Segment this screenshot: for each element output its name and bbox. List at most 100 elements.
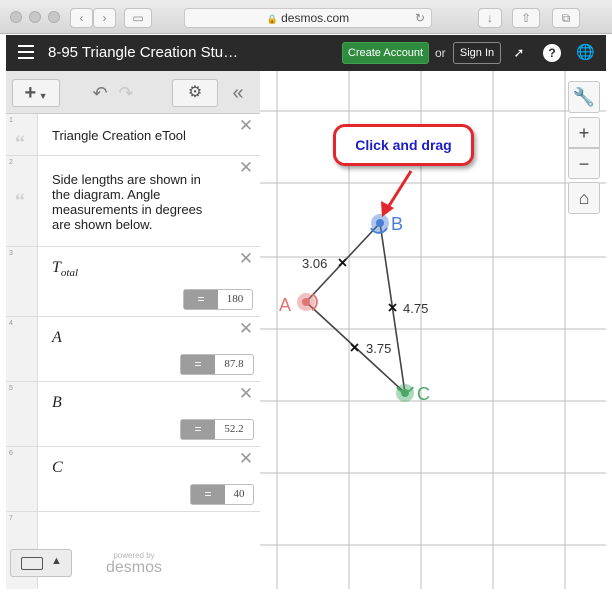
side-length-bc: 4.75 [403,301,428,316]
add-item-button[interactable]: + ▼ [12,79,60,107]
globe-icon[interactable]: 🌐 [576,44,595,62]
instruction-callout: Click and drag [333,124,474,166]
undo-button[interactable]: ↶ [88,79,112,107]
reload-icon[interactable]: ↻ [415,9,425,27]
expression-subscript: otal [60,267,79,280]
create-account-button[interactable]: Create Account [342,42,429,64]
zoom-out-button[interactable]: − [568,148,600,179]
caret-down-icon: ▼ [36,91,48,101]
side-length-ab: 3.06 [302,256,327,271]
plus-icon: + [24,82,37,104]
redo-button[interactable]: ↷ [114,79,138,107]
note-quote-icon: “ [15,132,25,154]
delete-expression-icon[interactable]: ✕ [238,385,254,402]
desmos-logo: desmos [105,559,163,576]
keyboard-toggle-button[interactable]: ▲ [10,549,72,577]
graph-settings-button[interactable]: 🔧 [568,81,600,113]
expression-row-2[interactable]: 2 “ Side lengths are shown in the diagra… [6,156,260,247]
evaluation-value: 87.8 [224,358,244,370]
point-a[interactable] [302,298,310,306]
evaluation-value: 40 [233,488,245,500]
zoom-window-button[interactable] [48,11,60,23]
downloads-button[interactable]: ↓ [478,8,502,28]
zoom-in-button[interactable]: + [568,117,600,148]
expression-math[interactable]: Total [52,259,78,279]
expression-row-7[interactable]: 7 [6,512,260,541]
default-viewport-button[interactable]: ⌂ [568,182,600,214]
expression-panel: + ▼ ↶ ↷ ⚙ « 1 “ Triangle Creation eTool … [6,71,260,589]
settings-button[interactable]: ⚙ [172,79,218,107]
expression-math[interactable]: C [52,459,63,477]
point-b[interactable] [376,219,384,227]
expression-gutter: 6 [6,447,38,511]
home-icon: ⌂ [578,188,590,208]
expression-gutter: 1 “ [6,114,38,155]
evaluation-equals: = [181,420,215,439]
close-window-button[interactable] [10,11,22,23]
evaluation-equals: = [191,485,225,504]
address-bar[interactable]: 🔒 desmos.com ↻ [184,8,432,28]
sign-in-button[interactable]: Sign In [453,42,501,64]
keyboard-icon [21,557,43,570]
callout-arrow [385,170,413,210]
expression-number: 5 [9,385,13,392]
tabs-button[interactable]: ⧉ [552,8,580,28]
hamburger-menu-icon[interactable] [18,45,34,59]
delete-expression-icon[interactable]: ✕ [238,117,254,134]
delete-expression-icon[interactable]: ✕ [238,159,254,176]
midpoint-marker-ab [338,258,347,267]
delete-expression-icon[interactable]: ✕ [238,450,254,467]
expression-number: 2 [9,159,13,166]
chevron-left-icon: ‹ [79,11,84,25]
expression-number: 4 [9,320,13,327]
expression-math[interactable]: A [52,329,62,347]
forward-button[interactable]: › [93,8,116,28]
note-text[interactable]: Triangle Creation eTool [52,128,186,143]
wrench-icon: 🔧 [572,87,596,107]
evaluation-value: 180 [226,293,244,305]
panel-footer: ▲ powered by desmos [6,541,260,589]
delete-expression-icon[interactable]: ✕ [238,250,254,267]
share-icon: ⇧ [520,11,532,25]
share-button[interactable]: ⇧ [512,8,540,28]
expression-toolbar: + ▼ ↶ ↷ ⚙ « [6,71,260,114]
expression-row-3[interactable]: 3 Total ✕ = 180 [6,247,260,317]
evaluation-box: = 180 [183,289,253,310]
minimize-window-button[interactable] [29,11,41,23]
back-button[interactable]: ‹ [70,8,93,28]
double-chevron-left-icon: « [232,82,244,104]
side-length-ac: 3.75 [366,341,391,356]
expression-row-4[interactable]: 4 A ✕ = 87.8 [6,317,260,382]
expression-number: 3 [9,250,13,257]
expression-symbol: T [52,259,61,276]
expression-row-5[interactable]: 5 B ✕ = 52.2 [6,382,260,447]
expression-gutter: 5 [6,382,38,446]
point-c[interactable] [401,389,409,397]
note-text[interactable]: Side lengths are shown in the diagram. A… [52,172,222,232]
gear-icon: ⚙ [187,84,203,101]
expression-gutter: 2 “ [6,156,38,246]
expression-number: 7 [9,515,13,522]
point-c-label: C [417,384,430,404]
share-graph-icon[interactable]: ➚ [510,44,528,62]
evaluation-box: = 40 [190,484,254,505]
expression-row-6[interactable]: 6 C ✕ = 40 [6,447,260,512]
expression-row-1[interactable]: 1 “ Triangle Creation eTool ✕ [6,114,260,156]
evaluation-value: 52.2 [224,423,244,435]
evaluation-equals: = [184,290,218,309]
chevron-right-icon: › [102,11,107,25]
collapse-panel-button[interactable]: « [226,79,250,107]
sidebar-toggle-button[interactable]: ▭ [124,8,152,28]
point-b-label: B [391,214,403,234]
expression-gutter: 3 [6,247,38,316]
caret-up-icon: ▲ [51,555,62,567]
delete-expression-icon[interactable]: ✕ [238,320,254,337]
expression-gutter: 4 [6,317,38,381]
help-icon[interactable]: ? [543,44,561,62]
url-text: desmos.com [281,11,350,25]
expression-math[interactable]: B [52,394,62,412]
lock-icon: 🔒 [266,14,279,24]
expression-gutter: 7 [6,512,38,541]
powered-by-desmos[interactable]: powered by desmos [98,551,170,576]
evaluation-box: = 87.8 [180,354,254,375]
